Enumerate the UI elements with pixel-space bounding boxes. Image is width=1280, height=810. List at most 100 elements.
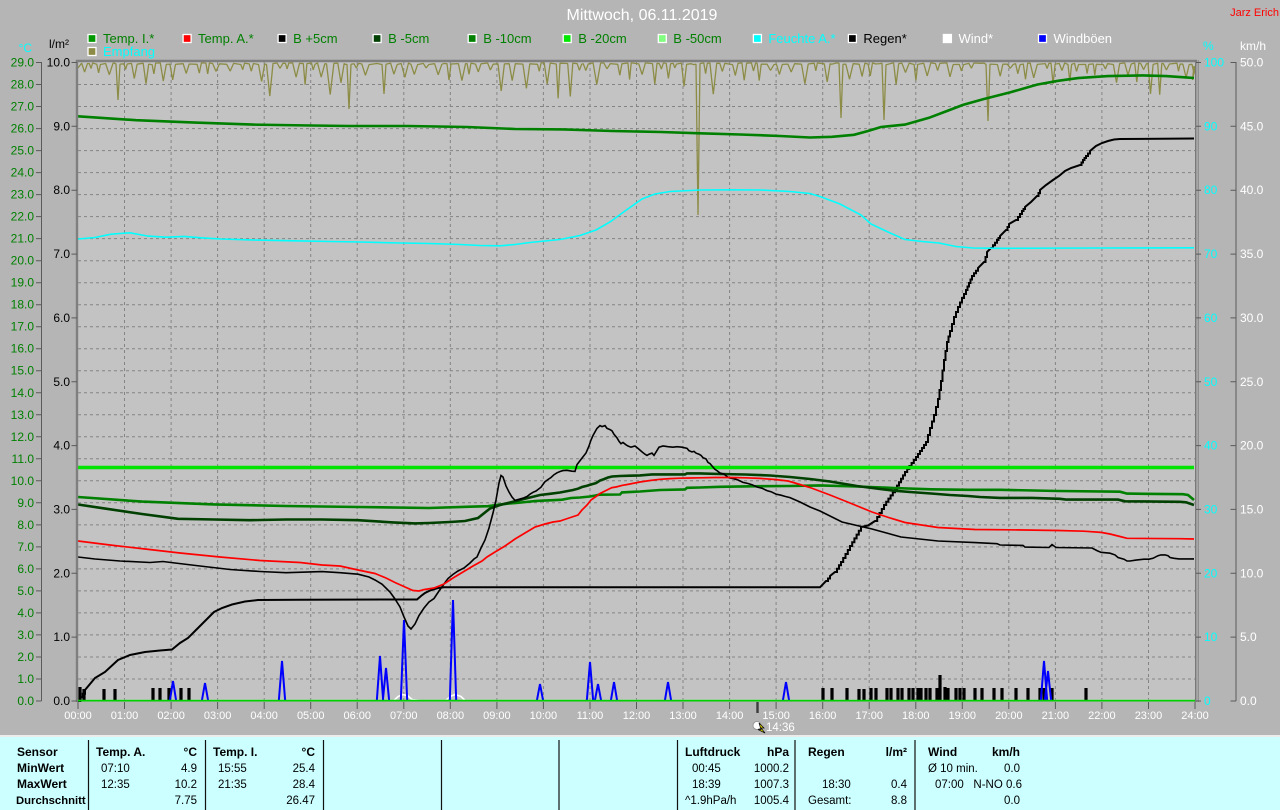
svg-text:24:00: 24:00 — [1181, 710, 1209, 722]
svg-text:Wind: Wind — [928, 745, 957, 759]
svg-text:km/h: km/h — [1240, 39, 1266, 53]
svg-text:15.0: 15.0 — [1240, 502, 1264, 516]
svg-text:Regen: Regen — [808, 745, 845, 759]
svg-text:Jarz Erich: Jarz Erich — [1230, 7, 1279, 19]
svg-text:21:35: 21:35 — [218, 779, 247, 791]
svg-text:18.0: 18.0 — [11, 298, 35, 312]
svg-text:15:55: 15:55 — [218, 763, 247, 775]
svg-text:°C: °C — [184, 745, 198, 759]
svg-text:00:00: 00:00 — [64, 710, 92, 722]
svg-text:B -5cm: B -5cm — [388, 31, 429, 46]
svg-text:14:36: 14:36 — [766, 722, 795, 734]
svg-text:8.0: 8.0 — [17, 518, 34, 532]
svg-text:25.4: 25.4 — [293, 763, 316, 775]
svg-text:20.0: 20.0 — [1240, 439, 1264, 453]
svg-text:80: 80 — [1204, 183, 1218, 197]
svg-text:7.0: 7.0 — [17, 540, 34, 554]
svg-text:Mittwoch, 06.11.2019: Mittwoch, 06.11.2019 — [567, 7, 718, 24]
svg-text:13.0: 13.0 — [11, 408, 35, 422]
svg-text:5.0: 5.0 — [17, 584, 34, 598]
svg-text:4.0: 4.0 — [53, 439, 70, 453]
svg-text:hPa: hPa — [767, 745, 789, 759]
svg-text:MaxWert: MaxWert — [17, 777, 67, 791]
svg-text:21.0: 21.0 — [11, 232, 35, 246]
svg-text:^1.9hPa/h: ^1.9hPa/h — [685, 795, 736, 807]
svg-text:10.2: 10.2 — [175, 779, 197, 791]
svg-text:25.0: 25.0 — [1240, 375, 1264, 389]
svg-text:Wind*: Wind* — [958, 31, 993, 46]
svg-text:18:00: 18:00 — [902, 710, 930, 722]
svg-text:04:00: 04:00 — [250, 710, 278, 722]
svg-text:N-NO 0.6: N-NO 0.6 — [973, 779, 1022, 791]
svg-text:23.0: 23.0 — [11, 188, 35, 202]
svg-text:5.0: 5.0 — [1240, 630, 1257, 644]
svg-text:18:39: 18:39 — [692, 779, 721, 791]
svg-text:100: 100 — [1204, 56, 1224, 70]
svg-text:1.0: 1.0 — [53, 630, 70, 644]
svg-text:6.0: 6.0 — [17, 562, 34, 576]
svg-text:12:35: 12:35 — [101, 779, 130, 791]
svg-text:Regen*: Regen* — [863, 31, 906, 46]
svg-text:0.0: 0.0 — [1240, 694, 1257, 708]
svg-text:B -10cm: B -10cm — [483, 31, 531, 46]
svg-text:16:00: 16:00 — [809, 710, 837, 722]
svg-text:Temp. A.: Temp. A. — [96, 745, 145, 759]
svg-text:03:00: 03:00 — [204, 710, 232, 722]
svg-text:Empfang: Empfang — [103, 44, 155, 59]
svg-text:2.0: 2.0 — [17, 650, 34, 664]
svg-text:0.0: 0.0 — [53, 694, 70, 708]
svg-text:14:00: 14:00 — [716, 710, 744, 722]
svg-text:B -20cm: B -20cm — [578, 31, 626, 46]
svg-text:0.0: 0.0 — [1004, 795, 1020, 807]
svg-text:01:00: 01:00 — [111, 710, 139, 722]
svg-text:Windböen: Windböen — [1054, 31, 1113, 46]
svg-text:7.75: 7.75 — [175, 795, 197, 807]
svg-text:11.0: 11.0 — [12, 452, 35, 466]
svg-text:12:00: 12:00 — [623, 710, 651, 722]
svg-text:22:00: 22:00 — [1088, 710, 1116, 722]
svg-text:90: 90 — [1204, 119, 1218, 133]
svg-text:05:00: 05:00 — [297, 710, 325, 722]
svg-text:17.0: 17.0 — [11, 320, 35, 334]
svg-text:40.0: 40.0 — [1240, 183, 1264, 197]
svg-text:Feuchte A.*: Feuchte A.* — [768, 31, 835, 46]
svg-text:4.0: 4.0 — [17, 606, 34, 620]
svg-text:10:00: 10:00 — [530, 710, 558, 722]
svg-text:13:00: 13:00 — [669, 710, 697, 722]
svg-text:7.0: 7.0 — [53, 247, 70, 261]
svg-text:11:00: 11:00 — [577, 710, 604, 722]
svg-text:10.0: 10.0 — [1240, 566, 1264, 580]
svg-text:0.4: 0.4 — [891, 779, 908, 791]
svg-text:l/m²: l/m² — [49, 37, 69, 51]
svg-text:28.4: 28.4 — [293, 779, 316, 791]
svg-text:60: 60 — [1204, 311, 1218, 325]
svg-text:45.0: 45.0 — [1240, 119, 1264, 133]
svg-text:20.0: 20.0 — [11, 254, 35, 268]
svg-text:km/h: km/h — [992, 745, 1020, 759]
svg-text:30: 30 — [1204, 502, 1218, 516]
svg-text:18:30: 18:30 — [822, 779, 851, 791]
svg-text:26.0: 26.0 — [11, 122, 35, 136]
svg-text:3.0: 3.0 — [17, 628, 34, 642]
svg-text:B +5cm: B +5cm — [293, 31, 337, 46]
svg-text:28.0: 28.0 — [11, 78, 35, 92]
svg-text:17:00: 17:00 — [855, 710, 883, 722]
svg-text:07:00: 07:00 — [390, 710, 418, 722]
svg-text:08:00: 08:00 — [437, 710, 465, 722]
svg-text:15.0: 15.0 — [11, 364, 35, 378]
svg-text:1000.2: 1000.2 — [754, 763, 789, 775]
svg-text:3.0: 3.0 — [53, 502, 70, 516]
svg-text:B -50cm: B -50cm — [673, 31, 721, 46]
svg-text:10: 10 — [1204, 630, 1218, 644]
svg-text:50: 50 — [1204, 375, 1218, 389]
svg-text:20: 20 — [1204, 566, 1218, 580]
svg-text:°C: °C — [302, 745, 316, 759]
svg-text:09:00: 09:00 — [483, 710, 511, 722]
svg-text:07:10: 07:10 — [101, 763, 130, 775]
svg-text:9.0: 9.0 — [17, 496, 34, 510]
svg-text:8.8: 8.8 — [891, 795, 907, 807]
svg-text:02:00: 02:00 — [157, 710, 185, 722]
svg-text:Gesamt:: Gesamt: — [808, 795, 851, 807]
svg-text:27.0: 27.0 — [11, 100, 35, 114]
svg-text:35.0: 35.0 — [1240, 247, 1264, 261]
